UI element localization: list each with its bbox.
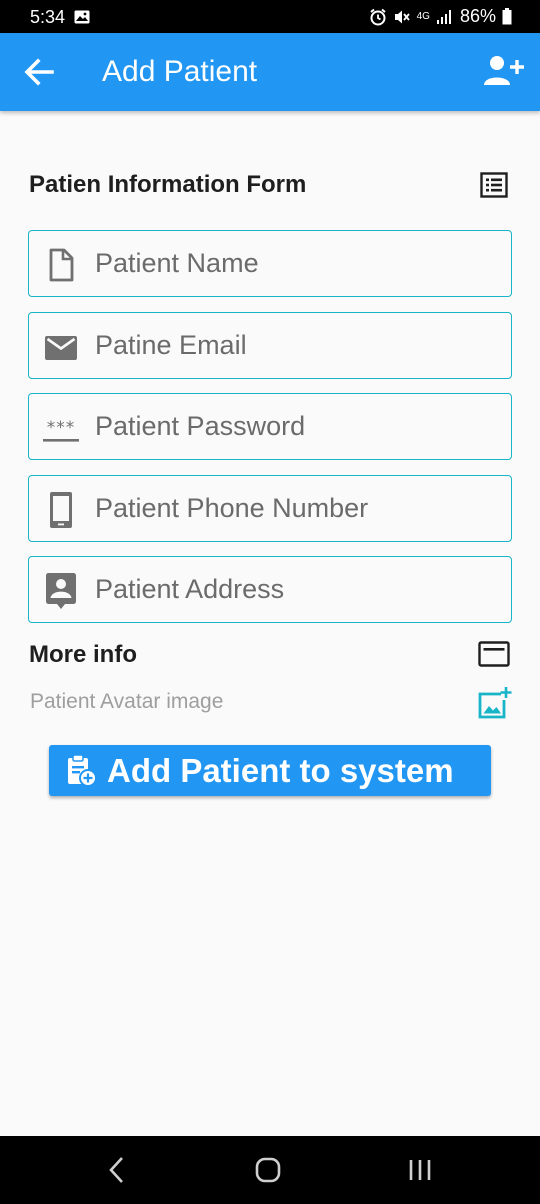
nav-recents-icon[interactable]: [403, 1154, 437, 1186]
patient-password-input[interactable]: [95, 394, 495, 458]
phone-icon: [50, 492, 72, 528]
contact-icon: [46, 573, 76, 609]
form-title: Patien Information Form: [29, 171, 307, 198]
add-person-icon[interactable]: [482, 53, 526, 89]
gallery-icon: [74, 10, 90, 24]
add-photo-icon[interactable]: [476, 686, 512, 720]
patient-name-input[interactable]: [95, 231, 495, 295]
patient-email-input[interactable]: [95, 313, 495, 377]
add-patient-button-label: Add Patient to system: [107, 751, 454, 789]
nav-back-icon[interactable]: [100, 1154, 134, 1186]
status-indicators: 4G 86%: [369, 6, 512, 27]
status-time: 5:34: [30, 7, 66, 27]
status-bar: 5:34 4G 86%: [0, 0, 540, 33]
password-icon: ***: [43, 418, 79, 442]
mute-icon: [394, 10, 410, 23]
svg-text:***: ***: [47, 418, 76, 438]
card-icon: [478, 641, 510, 667]
network-type: 4G: [416, 10, 430, 22]
system-nav-bar: [0, 1136, 540, 1204]
battery-icon: [502, 8, 512, 25]
patient-name-field[interactable]: [28, 230, 512, 297]
patient-email-field[interactable]: [28, 312, 512, 379]
add-patient-button[interactable]: Add Patient to system: [49, 745, 491, 796]
clipboard-add-icon: [68, 753, 97, 787]
document-icon: [49, 248, 74, 282]
list-icon: [480, 172, 508, 198]
patient-address-field[interactable]: [28, 556, 512, 623]
avatar-label: Patient Avatar image: [30, 690, 224, 713]
patient-address-input[interactable]: [95, 557, 495, 621]
patient-password-field[interactable]: ***: [28, 393, 512, 460]
page-title: Add Patient: [102, 55, 258, 88]
signal-icon: [436, 9, 451, 24]
patient-phone-field[interactable]: [28, 475, 512, 542]
email-icon: [45, 336, 77, 360]
nav-home-icon[interactable]: [251, 1154, 285, 1186]
battery-percent: 86%: [459, 6, 496, 26]
app-bar: Add Patient: [0, 33, 540, 111]
alarm-icon: [369, 8, 386, 25]
back-arrow-icon[interactable]: [22, 55, 56, 89]
patient-phone-input[interactable]: [95, 476, 495, 540]
more-info-title: More info: [29, 641, 137, 668]
